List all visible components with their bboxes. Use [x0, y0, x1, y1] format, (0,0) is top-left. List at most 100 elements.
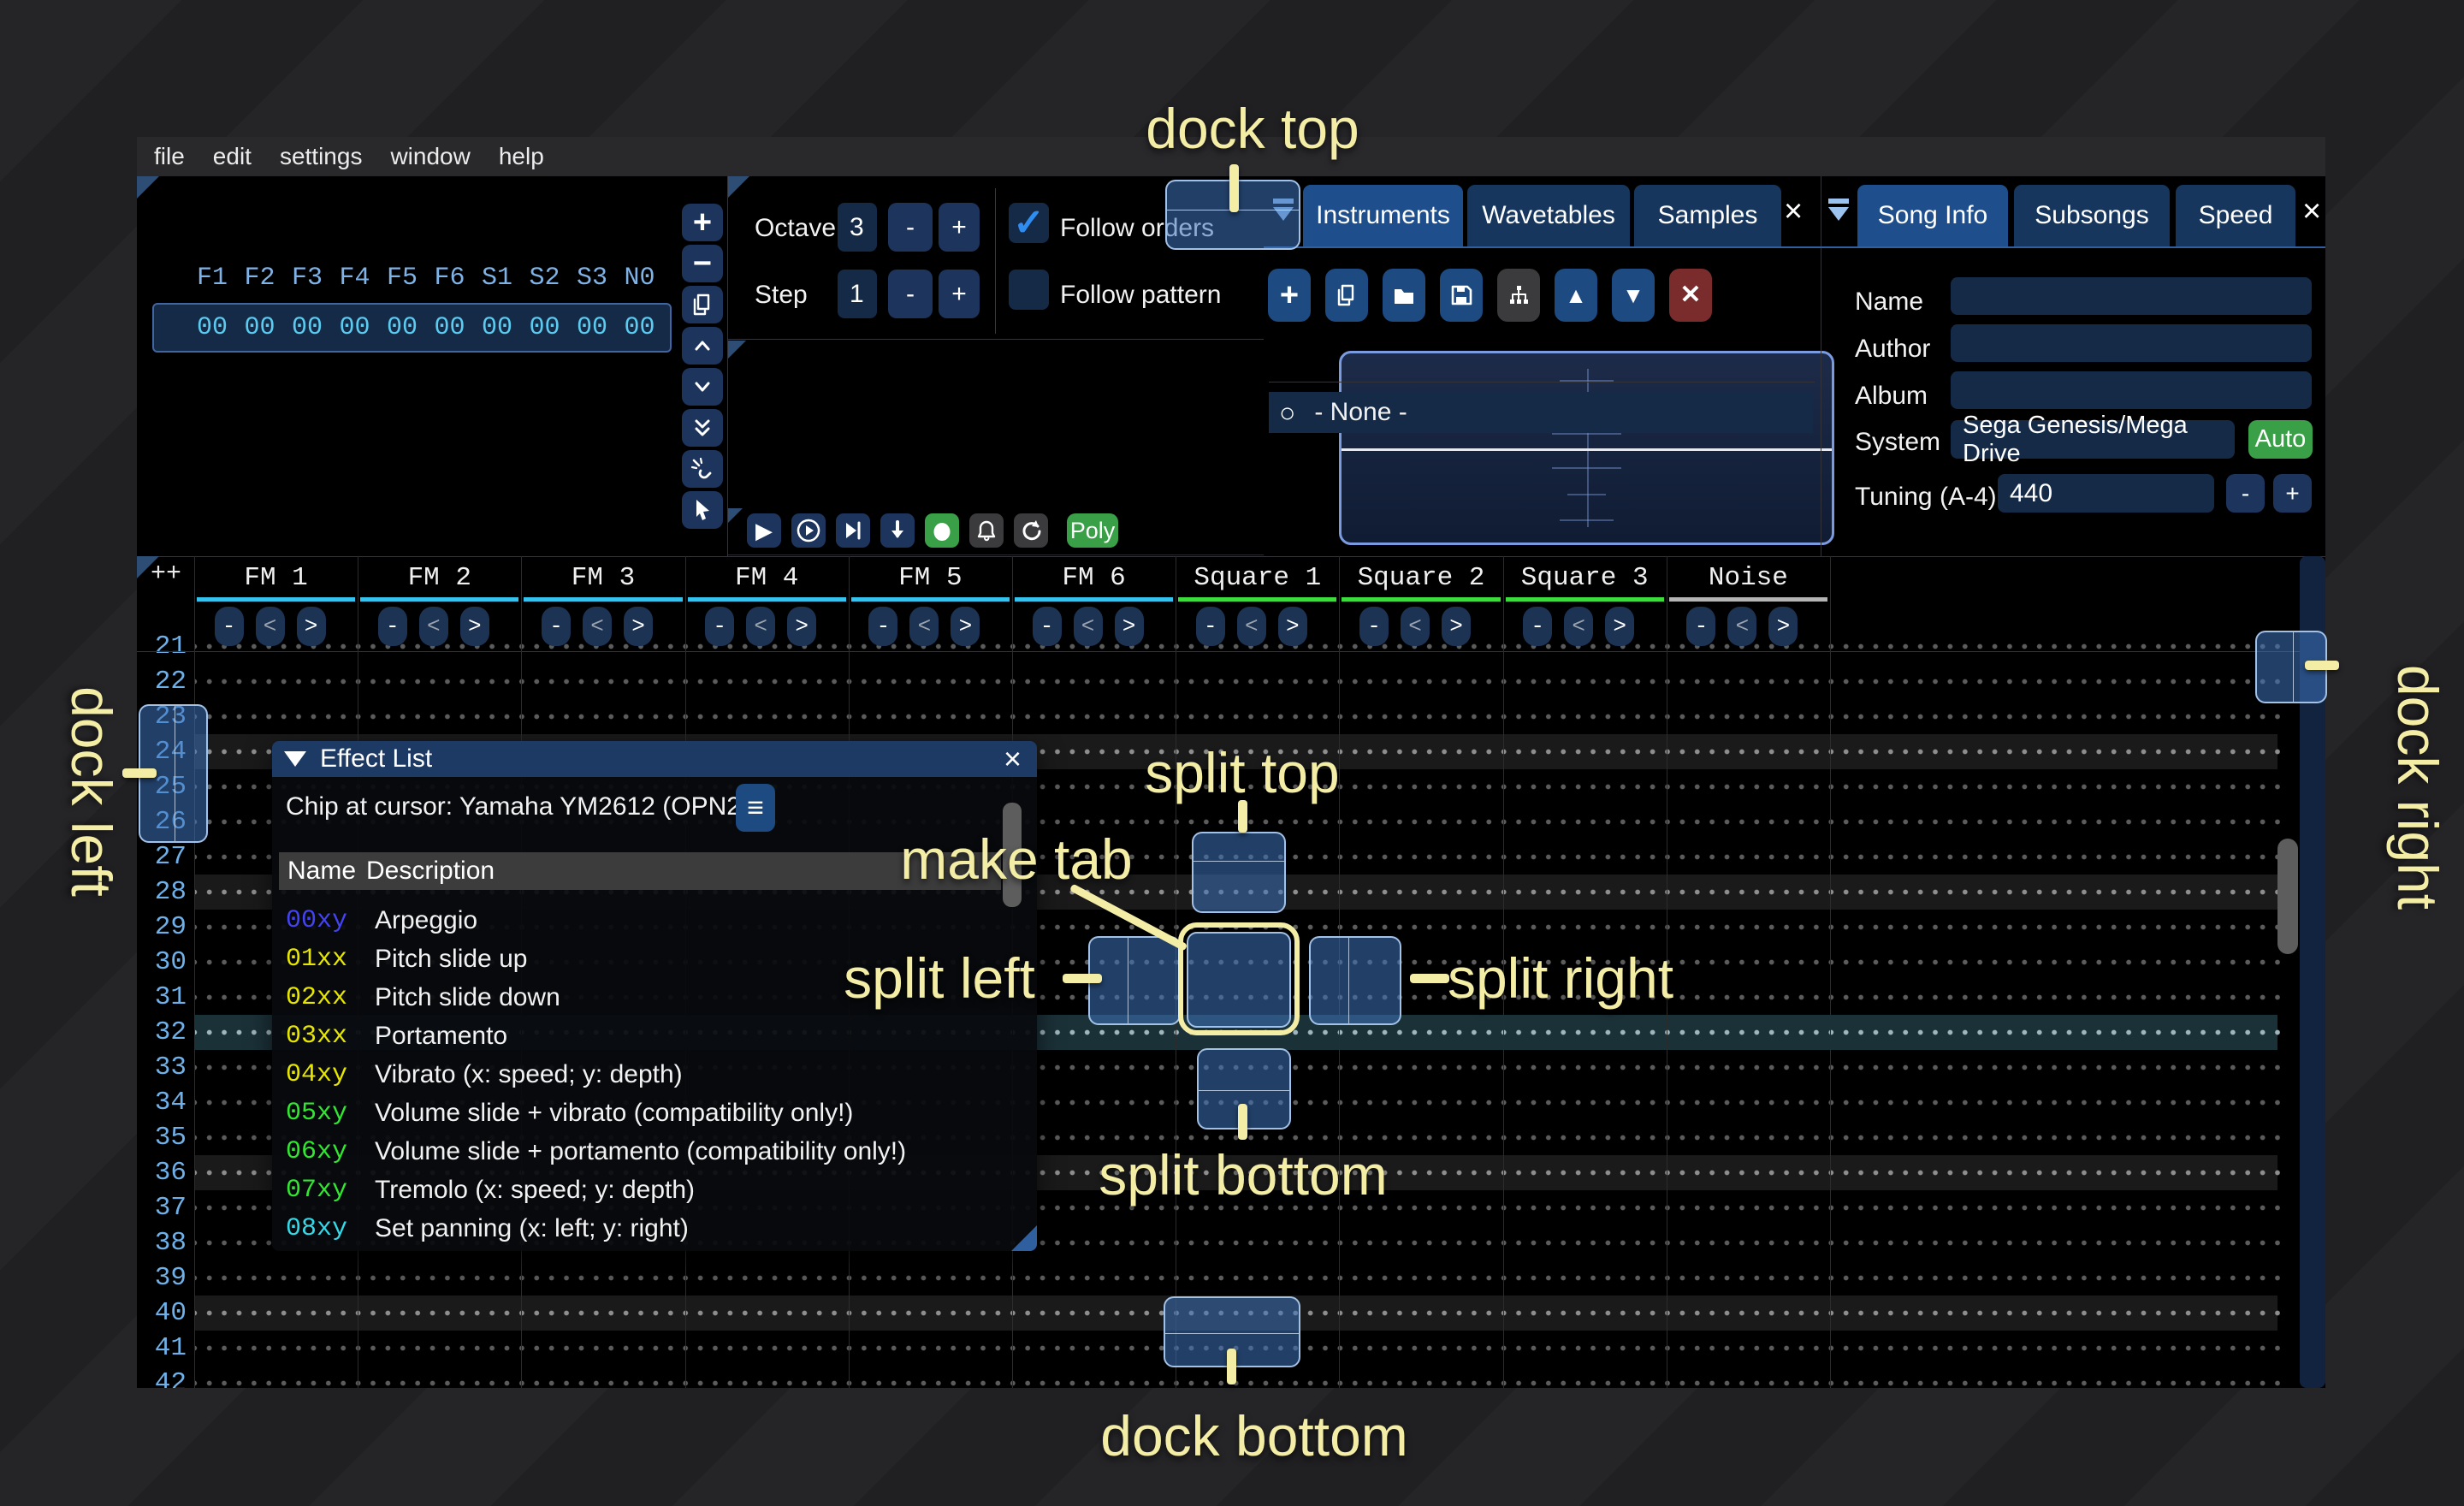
order-cell[interactable]: 00	[197, 313, 228, 342]
author-field[interactable]	[1951, 324, 2312, 362]
pattern-row-39[interactable]: 39	[137, 1260, 2301, 1296]
pattern-row-23[interactable]: 23	[137, 699, 2301, 734]
order-cell[interactable]: 00	[244, 313, 275, 342]
channel-header-square-2[interactable]: Square 2	[1339, 563, 1502, 593]
menu-item-window[interactable]: window	[390, 143, 470, 170]
resize-grip[interactable]	[1011, 1225, 1037, 1251]
effect-row-07xy[interactable]: 07xyTremolo (x: speed; y: depth)	[279, 1171, 1001, 1209]
channel-header-fm-6[interactable]: FM 6	[1012, 563, 1176, 593]
channel-expand-button[interactable]: >	[1115, 607, 1144, 646]
order-cell[interactable]: 00	[339, 313, 370, 342]
channel-header-fm-2[interactable]: FM 2	[358, 563, 521, 593]
menu-item-settings[interactable]: settings	[280, 143, 363, 170]
channel-min-button[interactable]: -	[1196, 607, 1225, 646]
effect-row-05xy[interactable]: 05xyVolume slide + vibrato (compatibilit…	[279, 1094, 1001, 1132]
octave-decrease-button[interactable]: -	[888, 203, 933, 252]
channel-expand-button[interactable]: >	[1278, 607, 1307, 646]
tab-samples[interactable]: Samples	[1634, 185, 1781, 246]
channel-shrink-button[interactable]: <	[256, 607, 285, 646]
collapse-window-icon[interactable]	[1826, 197, 1851, 222]
channel-shrink-button[interactable]: <	[419, 607, 448, 646]
play-from-cursor-button[interactable]	[836, 513, 870, 548]
channel-header-noise[interactable]: Noise	[1667, 563, 1830, 593]
tab-song-info[interactable]: Song Info	[1857, 185, 2008, 246]
delete-instrument-button[interactable]: ✕	[1669, 269, 1712, 322]
channel-expand-button[interactable]: >	[951, 607, 980, 646]
tuning-increase-button[interactable]: +	[2273, 474, 2312, 513]
octave-increase-button[interactable]: +	[939, 203, 980, 252]
open-instrument-button[interactable]	[1383, 269, 1425, 322]
effect-row-04xy[interactable]: 04xyVibrato (x: speed; y: depth)	[279, 1055, 1001, 1094]
effect-row-08xy[interactable]: 08xySet panning (x: left; y: right)	[279, 1209, 1001, 1248]
channel-expand-button[interactable]: >	[1442, 607, 1471, 646]
name-field[interactable]	[1951, 277, 2312, 315]
pattern-row-22[interactable]: 22	[137, 664, 2301, 699]
tuning-value[interactable]: 440	[1998, 474, 2214, 513]
channel-shrink-button[interactable]: <	[1727, 607, 1756, 646]
channel-shrink-button[interactable]: <	[746, 607, 775, 646]
instrument-editor-button[interactable]	[1497, 269, 1540, 322]
poly-toggle-button[interactable]: Poly	[1067, 513, 1118, 548]
channel-shrink-button[interactable]: <	[583, 607, 612, 646]
channel-shrink-button[interactable]: <	[1401, 607, 1430, 646]
order-cell[interactable]: 00	[434, 313, 465, 342]
close-icon[interactable]: ×	[1004, 741, 1022, 777]
channel-header-fm-1[interactable]: FM 1	[194, 563, 358, 593]
channel-expand-button[interactable]: >	[460, 607, 489, 646]
channel-expand-button[interactable]: >	[624, 607, 653, 646]
follow-pattern-checkbox[interactable]	[1009, 270, 1049, 310]
split-top-target[interactable]	[1192, 832, 1286, 913]
duplicate-instrument-button[interactable]	[1325, 269, 1368, 322]
move-instrument-up-button[interactable]: ▲	[1555, 269, 1597, 322]
channel-min-button[interactable]: -	[1033, 607, 1062, 646]
system-value[interactable]: Sega Genesis/Mega Drive	[1951, 420, 2235, 459]
duplicate-order-button[interactable]	[682, 286, 723, 323]
tab-speed[interactable]: Speed	[2176, 185, 2295, 246]
record-button[interactable]	[925, 513, 959, 548]
channel-shrink-button[interactable]: <	[1074, 607, 1103, 646]
album-field[interactable]	[1951, 371, 2312, 409]
channel-header-fm-5[interactable]: FM 5	[849, 563, 1012, 593]
split-right-target[interactable]	[1309, 936, 1401, 1025]
add-order-button[interactable]: +	[682, 204, 723, 241]
step-row-button[interactable]	[880, 513, 915, 548]
system-auto-button[interactable]: Auto	[2248, 420, 2313, 459]
pattern-scrollbar-thumb[interactable]	[2277, 839, 2298, 954]
close-panel-icon[interactable]: ×	[2302, 195, 2321, 228]
channel-shrink-button[interactable]: <	[1237, 607, 1266, 646]
tuning-decrease-button[interactable]: -	[2226, 474, 2265, 513]
channel-shrink-button[interactable]: <	[1564, 607, 1593, 646]
move-instrument-down-button[interactable]: ▼	[1612, 269, 1655, 322]
order-cell[interactable]: 00	[624, 313, 654, 342]
close-panel-icon[interactable]: ×	[1784, 195, 1803, 228]
deep-clone-button[interactable]	[682, 450, 723, 488]
pattern-row-42[interactable]: 42	[137, 1366, 2301, 1388]
step-decrease-button[interactable]: -	[888, 270, 933, 318]
follow-orders-checkbox[interactable]: ✓	[1009, 203, 1049, 243]
channel-expand-button[interactable]: >	[1605, 607, 1634, 646]
tab-instruments[interactable]: Instruments	[1303, 185, 1463, 246]
instrument-list-item[interactable]: ○ - None -	[1269, 392, 1813, 433]
effect-row-06xy[interactable]: 06xyVolume slide + portamento (compatibi…	[279, 1132, 1001, 1171]
channel-min-button[interactable]: -	[1523, 607, 1552, 646]
step-increase-button[interactable]: +	[939, 270, 980, 318]
effect-row-09xx[interactable]: 09xxSet groove pattern (speed 1 if no gr…	[279, 1248, 1001, 1251]
move-order-up-button[interactable]	[682, 327, 723, 365]
channel-shrink-button[interactable]: <	[909, 607, 939, 646]
play-button[interactable]: ▶	[747, 513, 781, 548]
channel-expand-button[interactable]: >	[1768, 607, 1798, 646]
octave-value[interactable]: 3	[838, 203, 877, 252]
order-cell[interactable]: 00	[577, 313, 607, 342]
step-value[interactable]: 1	[838, 270, 877, 318]
effect-row-03xx[interactable]: 03xxPortamento	[279, 1017, 1001, 1055]
channel-expand-button[interactable]: >	[787, 607, 816, 646]
split-left-target[interactable]	[1088, 936, 1181, 1025]
menu-item-help[interactable]: help	[499, 143, 544, 170]
channel-min-button[interactable]: -	[1359, 607, 1389, 646]
channel-min-button[interactable]: -	[542, 607, 571, 646]
duplicate-to-end-button[interactable]	[682, 409, 723, 447]
play-pattern-button[interactable]	[791, 513, 826, 548]
collapse-triangle-icon[interactable]	[284, 751, 306, 767]
repeat-pattern-button[interactable]	[1014, 513, 1048, 548]
hamburger-menu-button[interactable]: ≡	[736, 784, 775, 832]
